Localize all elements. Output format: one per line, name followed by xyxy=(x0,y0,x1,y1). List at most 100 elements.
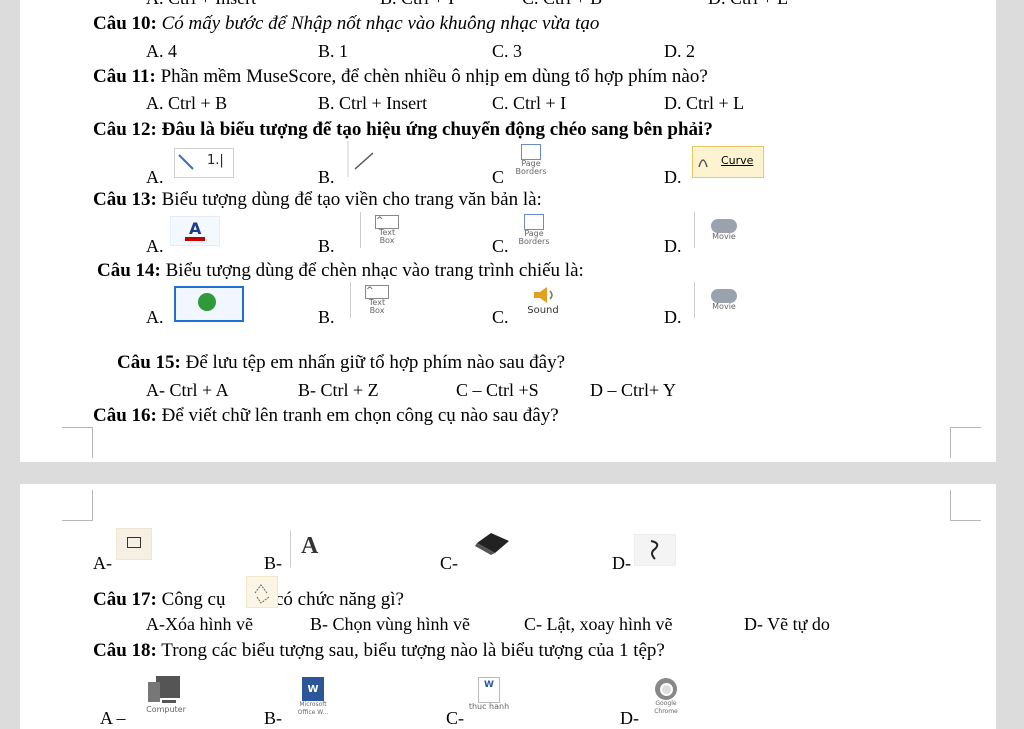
q14-option-d: D. xyxy=(664,307,682,327)
icon-label: Curve xyxy=(721,154,754,167)
question-label: Câu 14: xyxy=(97,260,161,281)
question-text: Để viết chữ lên tranh em chọn công cụ nà… xyxy=(161,405,559,426)
page-borders-icon: Page Borders xyxy=(508,212,560,248)
q16-option-d: D- xyxy=(612,553,631,573)
text-tool-letter: A xyxy=(301,533,319,559)
monitor-icon xyxy=(148,676,180,703)
q12-option-c: C xyxy=(492,167,505,187)
movie-icon: Movie xyxy=(694,212,753,248)
question-label: Câu 16: xyxy=(93,405,157,426)
word-document-file-icon: W thuc hanh xyxy=(466,668,512,720)
cut-option-a: A. Ctrl + Insert xyxy=(146,0,256,9)
q11-option-c: C. Ctrl + I xyxy=(492,93,567,113)
q12-option-b: B. xyxy=(318,167,335,187)
q15-option-a: A- Ctrl + A xyxy=(146,380,229,400)
motion-path-diagonal-icon: 1.| xyxy=(174,148,234,178)
text-box-icon: ^ Text Box xyxy=(350,282,403,318)
q18-option-b: B- xyxy=(264,708,282,728)
question-label: Câu 15: xyxy=(117,352,181,373)
eraser-icon xyxy=(470,530,518,558)
question-text: Để lưu tệp em nhấn giữ tổ hợp phím nào s… xyxy=(185,352,566,373)
rectangle-tool-icon xyxy=(116,528,152,560)
q12-option-a: A. xyxy=(146,167,164,187)
q18-option-d: D- xyxy=(620,708,639,728)
q17-option-d: D- Vẽ tự do xyxy=(744,614,830,634)
page-corner-mark xyxy=(62,490,93,521)
icon-label: Sound xyxy=(527,304,559,316)
question-text: Biểu tượng dùng để chèn nhạc vào trang t… xyxy=(165,260,584,281)
font-color-letter: A xyxy=(189,219,202,238)
question-text: Phần mềm MuseScore, để chèn nhiều ô nhịp… xyxy=(160,66,708,87)
chrome-icon: Google Chrome xyxy=(644,672,688,722)
text-tool-icon: A xyxy=(290,530,328,568)
q13-option-a: A. xyxy=(146,236,164,256)
icon-label: Movie xyxy=(712,232,736,241)
q18-option-a: A – xyxy=(100,708,126,728)
q10-option-d: D. 2 xyxy=(664,41,695,61)
icon-label: Borders xyxy=(515,167,547,176)
page-corner-mark xyxy=(950,490,981,521)
question-11: Câu 11: Phần mềm MuseScore, để chèn nhiề… xyxy=(93,66,708,88)
cut-option-c: C. Ctrl + B xyxy=(522,0,602,9)
icon-label: Box xyxy=(369,306,385,315)
q13-option-b: B. xyxy=(318,236,335,256)
q18-option-c: C- xyxy=(446,708,464,728)
q10-option-c: C. 3 xyxy=(492,41,523,61)
question-label: Câu 10: xyxy=(93,13,157,34)
question-label: Câu 11: xyxy=(93,66,156,87)
question-text: Đâu là biểu tượng để tạo hiệu ứng chuyển… xyxy=(161,119,713,140)
q17-option-b: B- Chọn vùng hình vẽ xyxy=(310,614,470,634)
q15-option-d: D – Ctrl+ Y xyxy=(590,380,676,400)
question-text: Trong các biểu tượng sau, biểu tượng nào… xyxy=(161,640,665,661)
question-text-after: có chức năng gì? xyxy=(274,589,404,610)
q17-option-a: A-Xóa hình vẽ xyxy=(146,614,253,634)
free-form-select-icon xyxy=(634,534,676,566)
q16-option-b: B- xyxy=(264,553,282,573)
rectangle-shape xyxy=(127,537,141,548)
green-disc-icon xyxy=(198,293,216,311)
q14-option-a: A. xyxy=(146,307,164,327)
question-10: Câu 10: Có mấy bước để Nhập nốt nhạc vào… xyxy=(93,13,599,35)
q12-option-d: D. xyxy=(664,167,682,187)
question-text-before: Công cụ xyxy=(161,589,226,610)
eraser-shape-icon xyxy=(475,533,509,555)
icon-caption: Google Chrome xyxy=(654,700,678,715)
q15-option-c: C – Ctrl +S xyxy=(456,380,539,400)
curve-icon: Curve xyxy=(692,146,764,178)
q16-option-a: A- xyxy=(93,553,112,573)
text-box-icon: ^ Text Box xyxy=(360,212,413,248)
q13-option-c: C. xyxy=(492,236,509,256)
rotate-tool-icon xyxy=(246,576,278,608)
lasso-icon xyxy=(650,540,659,560)
icon-caption: Computer xyxy=(146,705,186,714)
question-label: Câu 18: xyxy=(93,640,157,661)
rotate-flip-icon xyxy=(254,584,270,604)
q11-option-d: D. Ctrl + L xyxy=(664,93,745,113)
q14-option-c: C. xyxy=(492,307,509,327)
font-color-bar xyxy=(185,237,205,241)
q11-option-a: A. Ctrl + B xyxy=(146,93,228,113)
music-icon xyxy=(174,286,244,322)
icon-caption: thuc hanh xyxy=(468,702,510,711)
diagonal-down-line-icon xyxy=(178,154,194,170)
cut-option-b: B. Ctrl + I xyxy=(380,0,454,9)
q10-option-a: A. 4 xyxy=(146,41,177,61)
question-13: Câu 13: Biểu tượng dùng để tạo viền cho … xyxy=(93,189,542,211)
diagonal-line-icon xyxy=(347,141,374,177)
question-18: Câu 18: Trong các biểu tượng sau, biểu t… xyxy=(93,640,665,662)
font-color-icon: A xyxy=(170,216,220,246)
question-16: Câu 16: Để viết chữ lên tranh em chọn cô… xyxy=(93,405,559,427)
question-15: Câu 15: Để lưu tệp em nhấn giữ tổ hợp ph… xyxy=(117,352,565,374)
icon-caption: Microsoft Office W... xyxy=(297,701,329,716)
icon-label: Box xyxy=(379,236,395,245)
page-borders-icon: Page Borders xyxy=(508,142,554,178)
icon-label: 1.| xyxy=(207,153,224,168)
icon-label: Borders xyxy=(518,237,550,246)
question-label: Câu 13: xyxy=(93,189,157,210)
movie-icon: Movie xyxy=(694,282,753,318)
q10-option-b: B. 1 xyxy=(318,41,349,61)
question-text: Biểu tượng dùng để tạo viền cho trang vă… xyxy=(161,189,542,210)
word-app-icon: W Microsoft Office W... xyxy=(290,672,336,722)
q16-option-c: C- xyxy=(440,553,458,573)
question-label: Câu 17: xyxy=(93,589,157,610)
